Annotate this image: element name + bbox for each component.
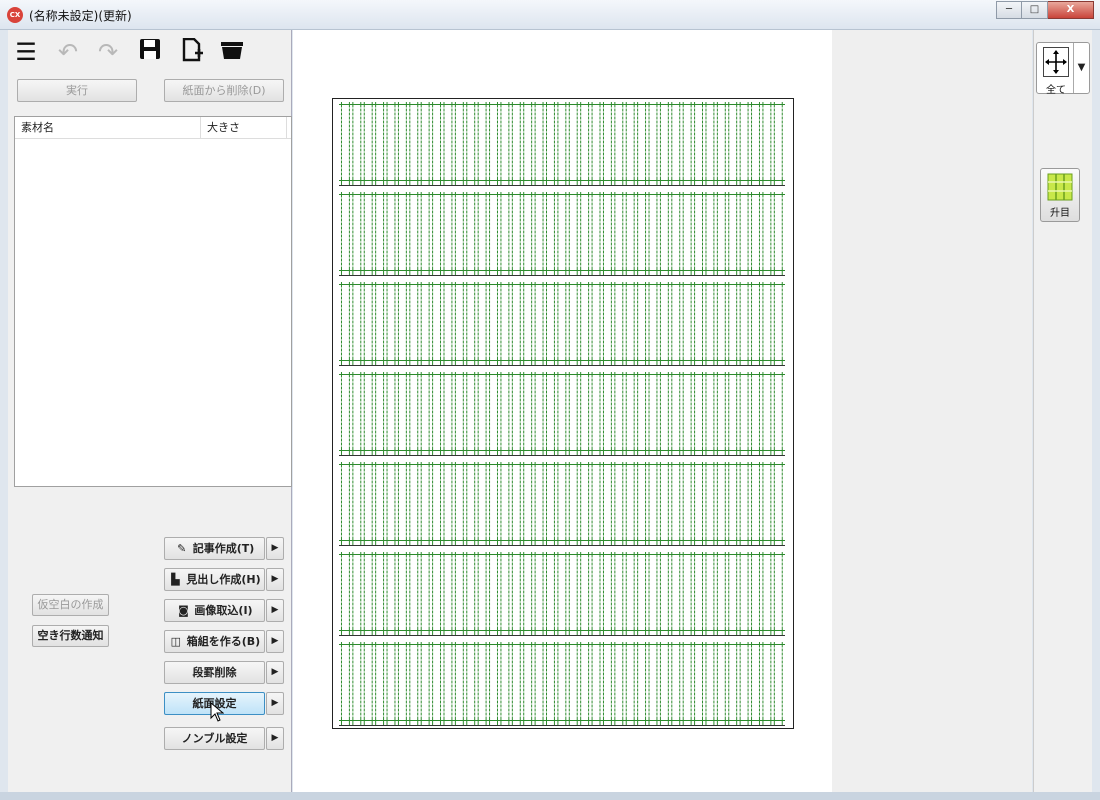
column-band[interactable] bbox=[339, 282, 785, 366]
pencil-icon: ✎ bbox=[177, 542, 187, 555]
box-icon: ◫ bbox=[170, 635, 181, 648]
redo-icon[interactable]: ↷ bbox=[94, 38, 122, 66]
move-arrows-icon bbox=[1043, 47, 1069, 77]
close-button[interactable]: X bbox=[1048, 1, 1094, 19]
column-band[interactable] bbox=[339, 102, 785, 186]
new-document-icon[interactable] bbox=[178, 37, 206, 66]
page-number-settings-button[interactable]: ノンブル設定 bbox=[164, 727, 265, 750]
view-all-dropdown-arrow[interactable]: ▼ bbox=[1073, 43, 1089, 93]
blank-lines-notice-button[interactable]: 空き行数通知 bbox=[32, 625, 109, 647]
camera-icon: ◙ bbox=[178, 604, 189, 617]
view-all-button[interactable]: ▼ 全て bbox=[1036, 42, 1090, 96]
create-article-button[interactable]: ✎ 記事作成(T) bbox=[164, 537, 265, 560]
column-band[interactable] bbox=[339, 642, 785, 726]
column-band[interactable] bbox=[339, 372, 785, 456]
left-panel: ☰ ↶ ↷ 実行 紙面から削除(D) 素材名 大きさ 仮空白の作成 空き行数通知… bbox=[8, 30, 292, 792]
remove-from-page-button[interactable]: 紙面から削除(D) bbox=[164, 79, 284, 102]
window-controls: ─ □ X bbox=[996, 1, 1094, 19]
column-band[interactable] bbox=[339, 462, 785, 546]
maximize-button[interactable]: □ bbox=[1022, 1, 1048, 19]
undo-icon[interactable]: ↶ bbox=[54, 38, 82, 66]
column-header-size[interactable]: 大きさ bbox=[201, 117, 287, 138]
status-bar bbox=[0, 792, 1100, 800]
minimize-button[interactable]: ─ bbox=[996, 1, 1022, 19]
execute-button[interactable]: 実行 bbox=[17, 79, 137, 102]
list-header: 素材名 大きさ bbox=[15, 117, 291, 139]
newspaper-page[interactable] bbox=[332, 98, 794, 729]
open-folder-icon[interactable] bbox=[218, 38, 246, 66]
right-toolbar: ▼ 全て 升目 bbox=[1033, 30, 1092, 792]
column-band[interactable] bbox=[339, 552, 785, 636]
column-band[interactable] bbox=[339, 192, 785, 276]
create-heading-button[interactable]: ▙ 見出し作成(H) bbox=[164, 568, 265, 591]
grid-toggle-button[interactable]: 升目 bbox=[1040, 168, 1080, 222]
page-settings-menu-arrow[interactable]: ▶ bbox=[266, 692, 284, 715]
heading-icon: ▙ bbox=[171, 573, 180, 586]
create-box-button[interactable]: ◫ 箱組を作る(B) bbox=[164, 630, 265, 653]
view-all-label: 全て bbox=[1046, 85, 1066, 96]
column-header-material-name[interactable]: 素材名 bbox=[15, 117, 201, 138]
window-title: (名称未設定)(更新) bbox=[29, 9, 132, 23]
grid-icon bbox=[1047, 173, 1073, 201]
delete-column-rule-menu-arrow[interactable]: ▶ bbox=[266, 661, 284, 684]
material-list[interactable]: 素材名 大きさ bbox=[14, 116, 292, 487]
save-icon[interactable] bbox=[136, 38, 164, 66]
menu-icon[interactable]: ☰ bbox=[12, 38, 40, 66]
temp-blank-button[interactable]: 仮空白の作成 bbox=[32, 594, 109, 616]
import-image-menu-arrow[interactable]: ▶ bbox=[266, 599, 284, 622]
create-heading-menu-arrow[interactable]: ▶ bbox=[266, 568, 284, 591]
create-box-menu-arrow[interactable]: ▶ bbox=[266, 630, 284, 653]
mouse-cursor-icon bbox=[210, 702, 224, 722]
delete-column-rule-button[interactable]: 段罫削除 bbox=[164, 661, 265, 684]
grid-label: 升目 bbox=[1050, 208, 1070, 219]
app-icon: CX bbox=[7, 7, 23, 23]
import-image-button[interactable]: ◙ 画像取込(I) bbox=[164, 599, 265, 622]
page-number-settings-menu-arrow[interactable]: ▶ bbox=[266, 727, 284, 750]
canvas-margin bbox=[832, 30, 1032, 792]
title-bar: CX (名称未設定)(更新) ─ □ X bbox=[0, 0, 1100, 30]
create-article-menu-arrow[interactable]: ▶ bbox=[266, 537, 284, 560]
